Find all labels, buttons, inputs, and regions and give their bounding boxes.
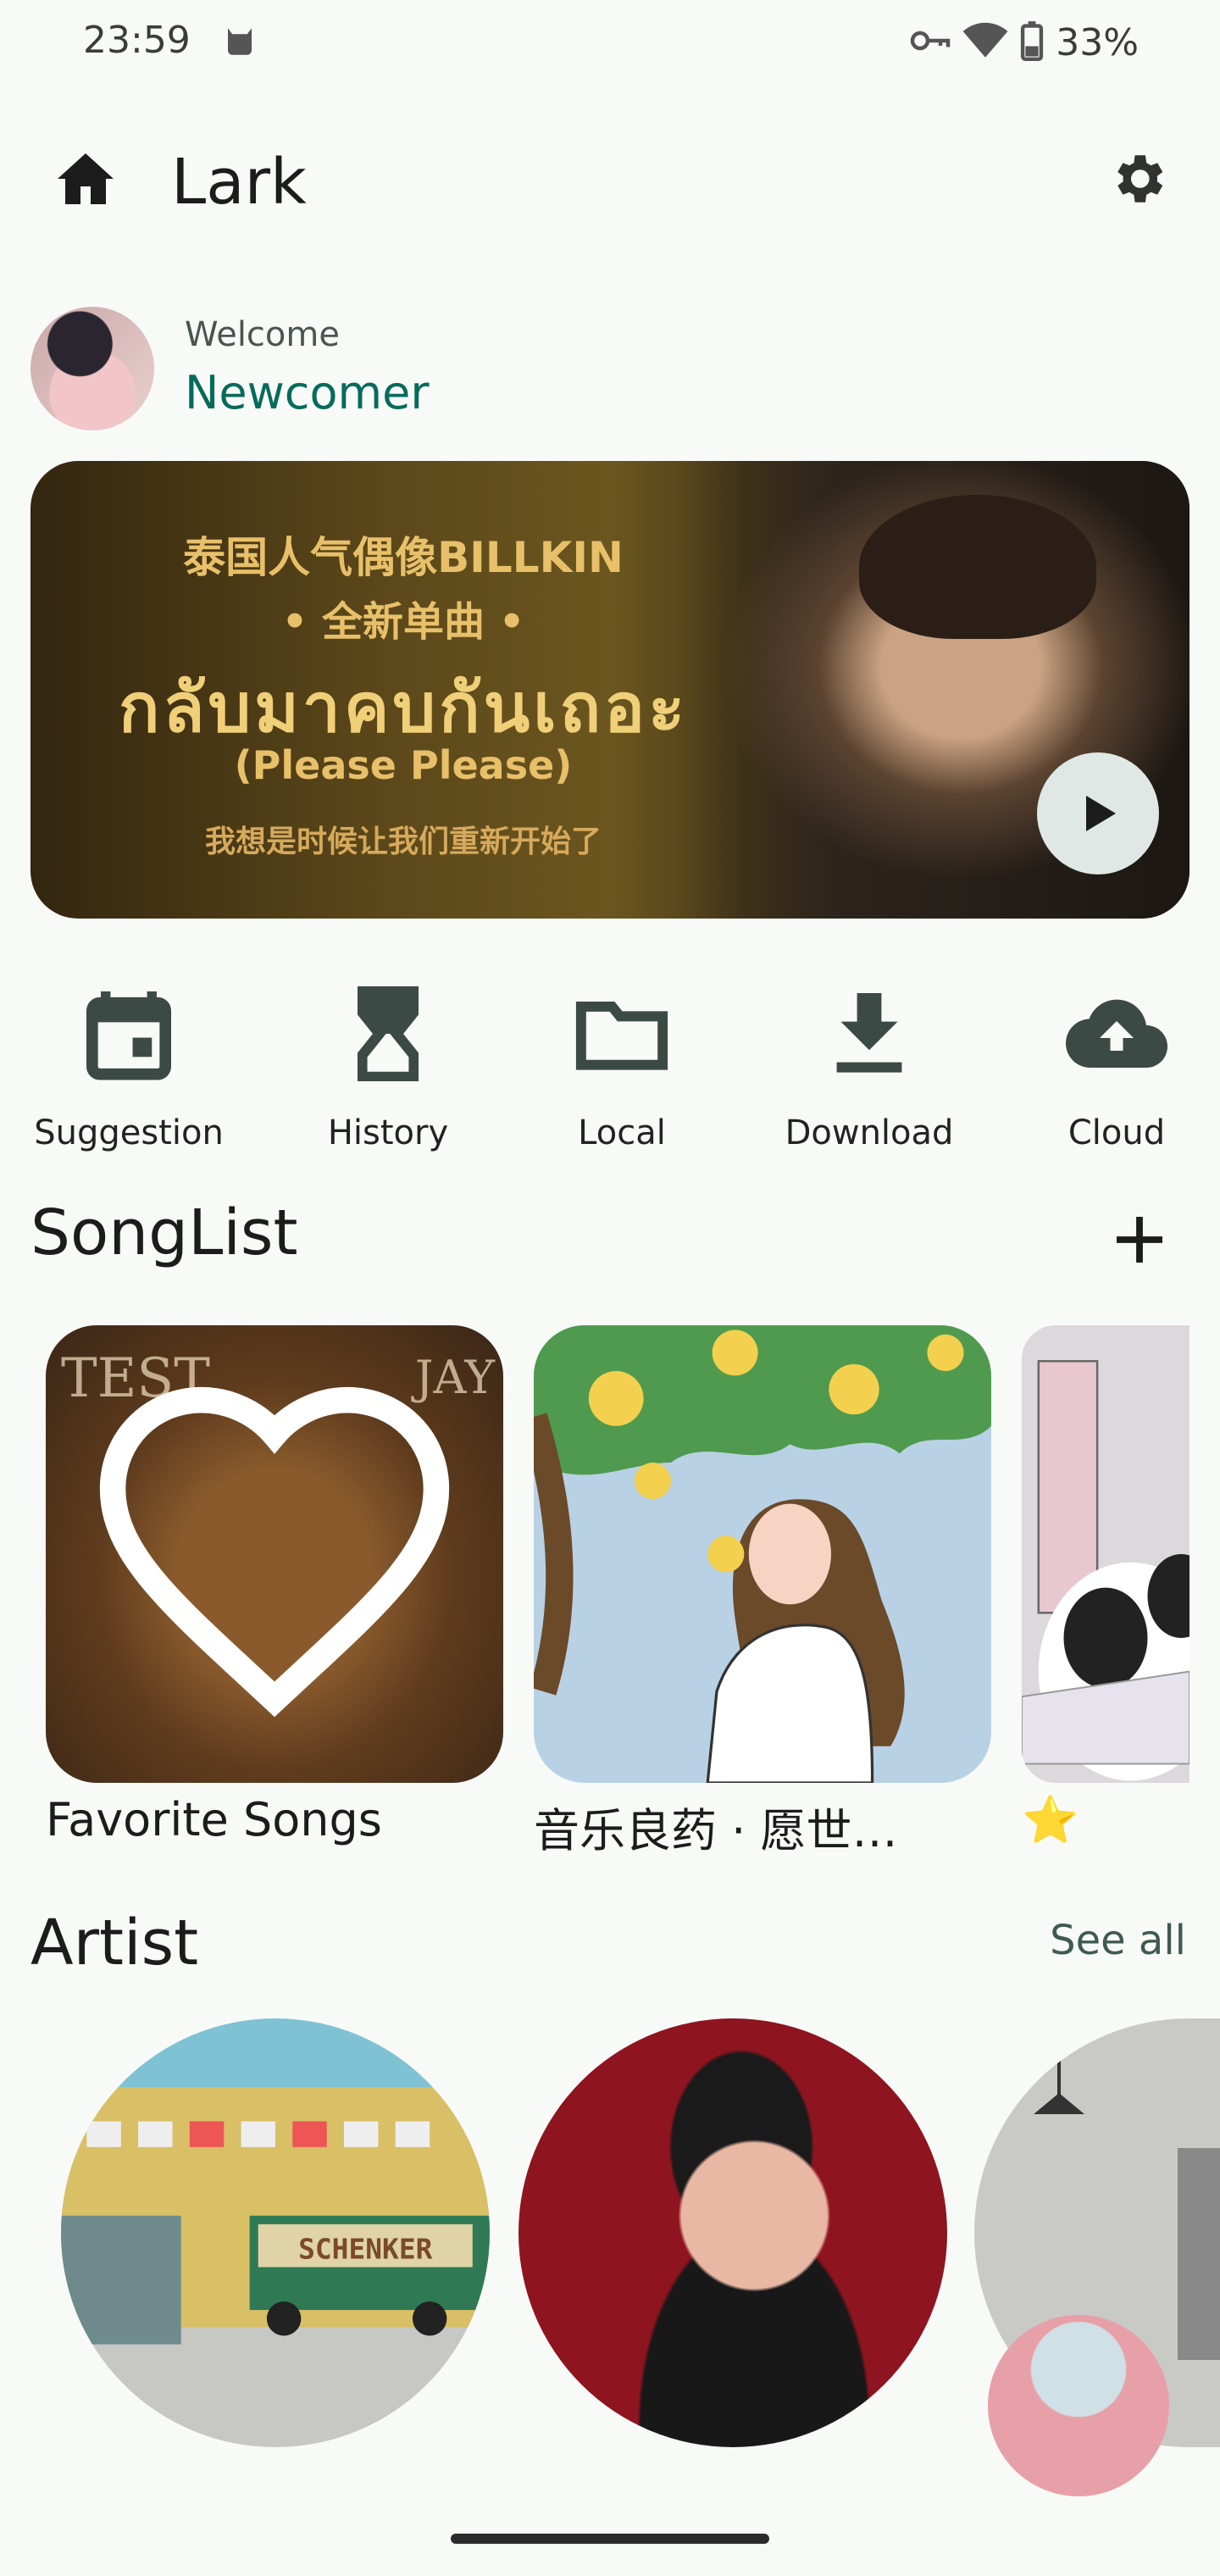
- songlist-cover: [534, 1325, 991, 1783]
- songlist-cover: [1022, 1325, 1190, 1783]
- hourglass-icon: [337, 983, 439, 1085]
- artist-item-overlay-thumbnail[interactable]: [988, 2315, 1169, 2496]
- artist-item[interactable]: [518, 2018, 947, 2447]
- shortcut-label: Cloud: [1068, 1113, 1166, 1152]
- heart-icon: [99, 1386, 450, 1718]
- battery-percentage: 33%: [1056, 20, 1139, 64]
- download-icon: [818, 983, 920, 1085]
- illustration-girl-tree: [534, 1325, 991, 1783]
- add-songlist-button[interactable]: [1101, 1202, 1178, 1278]
- play-button[interactable]: [1037, 752, 1159, 874]
- see-all-artists-link[interactable]: See all: [1050, 1917, 1186, 1964]
- app-title: Lark: [171, 146, 307, 219]
- user-name: Newcomer: [185, 366, 430, 419]
- songlist-card-favorites[interactable]: TEST JAY Favorite Songs: [46, 1325, 503, 1846]
- avatar[interactable]: [30, 307, 154, 430]
- banner-artist-hair: [859, 495, 1096, 639]
- banner-song-title-english: (Please Please): [234, 742, 573, 788]
- shortcut-label: Suggestion: [34, 1113, 224, 1152]
- truck-label: SCHENKER: [298, 2232, 433, 2265]
- status-indicators: 33%: [910, 17, 1139, 68]
- settings-button[interactable]: [1103, 144, 1173, 214]
- banner-tagline: 我想是时候让我们重新开始了: [204, 824, 602, 859]
- home-icon: [58, 153, 114, 204]
- artist-title: Artist: [30, 1907, 199, 1979]
- home-button[interactable]: [51, 144, 120, 214]
- songlist-card-title: Favorite Songs: [46, 1793, 382, 1846]
- welcome-label: Welcome: [185, 315, 340, 354]
- songlist-title: SongList: [30, 1196, 298, 1269]
- shortcut-label: History: [327, 1113, 449, 1152]
- shortcut-label: Download: [785, 1113, 954, 1152]
- artist-photo-building: SCHENKER: [61, 2096, 490, 2345]
- shortcut-label: Local: [578, 1113, 666, 1152]
- wifi-icon: [962, 22, 1008, 63]
- featured-banner[interactable]: 泰国人气偶像BILLKIN • 全新单曲 • กลับมาคบกันเถอะ (…: [30, 461, 1190, 919]
- songlist-card-title: ⭐: [1022, 1793, 1079, 1846]
- play-icon: [1086, 796, 1116, 831]
- banner-subheadline: • 全新单曲 •: [281, 598, 525, 646]
- illustration-panda: [1022, 1360, 1190, 1781]
- artist-item[interactable]: SCHENKER: [61, 2018, 490, 2447]
- songlist-card-title: 音乐良药 · 愿世…: [534, 1804, 898, 1857]
- songlist-card-2[interactable]: 音乐良药 · 愿世…: [534, 1325, 991, 1860]
- cat-notification-icon: [222, 24, 258, 59]
- songlist-cover: TEST JAY: [46, 1325, 503, 1783]
- shortcut-suggestion[interactable]: Suggestion: [19, 983, 239, 1169]
- gear-icon: [1117, 155, 1163, 203]
- banner-headline: 泰国人气偶像BILLKIN: [183, 533, 624, 582]
- cloud-upload-icon: [1066, 983, 1167, 1085]
- vpn-key-icon: [910, 28, 951, 57]
- plus-icon: [1117, 1217, 1162, 1263]
- folder-icon: [571, 983, 673, 1085]
- songlist-card-3[interactable]: ⭐: [1022, 1325, 1190, 1847]
- gesture-nav-handle[interactable]: [451, 2534, 769, 2544]
- calendar-icon: [78, 983, 180, 1085]
- shortcut-local[interactable]: Local: [512, 983, 732, 1169]
- status-time: 23:59: [83, 19, 191, 62]
- shortcut-download[interactable]: Download: [759, 983, 979, 1169]
- battery-icon: [1020, 20, 1044, 64]
- shortcut-cloud[interactable]: Cloud: [1006, 983, 1220, 1169]
- shortcut-history[interactable]: History: [278, 983, 498, 1169]
